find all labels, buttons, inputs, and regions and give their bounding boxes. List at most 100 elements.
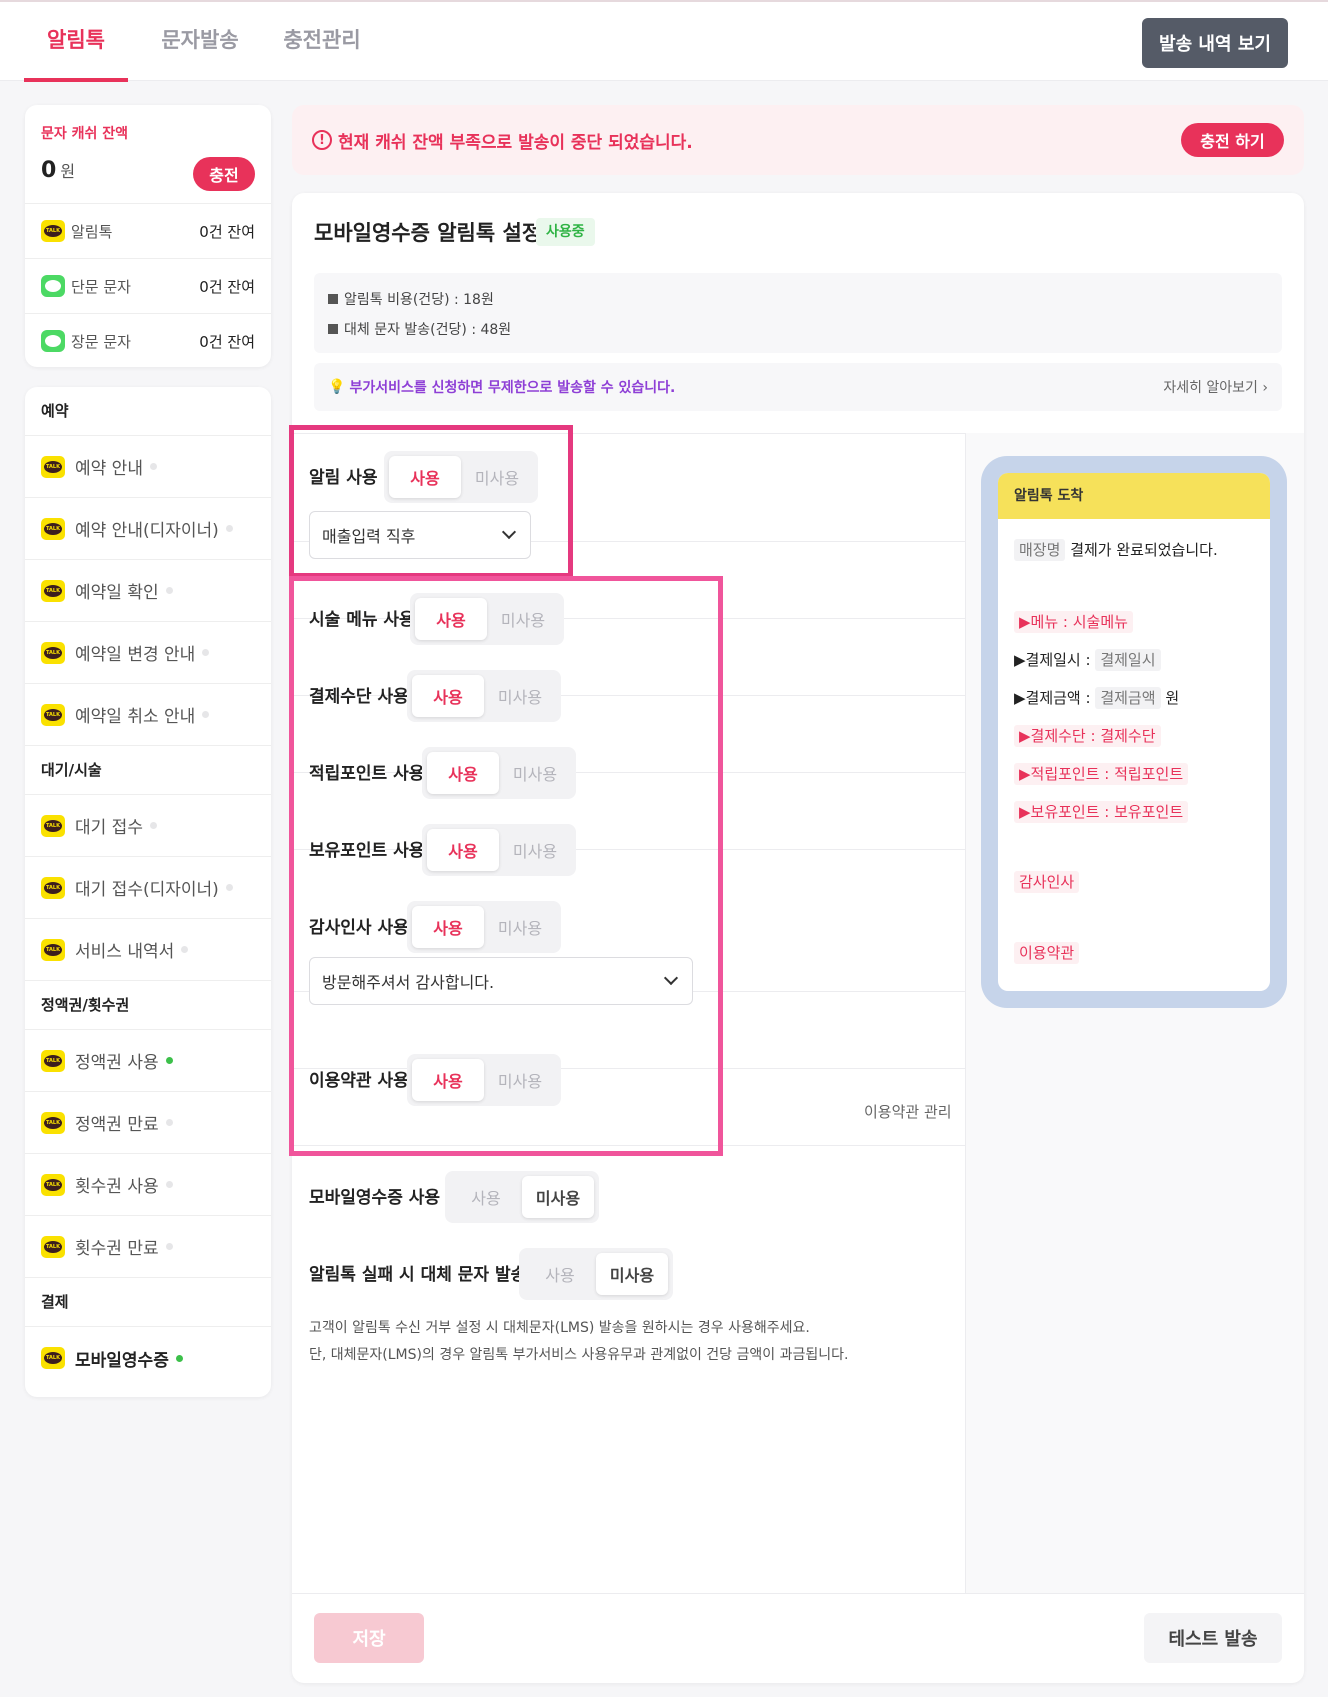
menu-section-title: 예약 xyxy=(25,387,271,436)
highlight-box-options xyxy=(289,576,723,1156)
status-dot xyxy=(165,1057,173,1064)
preview-store-line: 매장명 결제가 완료되었습니다. xyxy=(1014,539,1218,561)
status-dot xyxy=(202,649,210,656)
learn-more-link[interactable]: 자세히 알아보기 › xyxy=(1163,377,1268,397)
menu-item[interactable]: TALK 횟수권 만료 xyxy=(25,1216,271,1278)
menu-item[interactable]: TALK 예약 안내(디자이너) xyxy=(25,498,271,560)
balance-row-sms: 단문 문자 0건 잔여 xyxy=(25,258,271,313)
top-header: 알림톡 문자발송 충전관리 발송 내역 보기 xyxy=(0,2,1328,82)
balance-amount: 0원 xyxy=(41,158,76,183)
history-button[interactable]: 발송 내역 보기 xyxy=(1142,18,1288,68)
test-send-button[interactable]: 테스트 발송 xyxy=(1144,1613,1282,1663)
receipt-toggle[interactable]: 사용 미사용 xyxy=(445,1171,599,1223)
kakao-talk-icon: TALK xyxy=(41,220,65,242)
fallback-label: 알림톡 실패 시 대체 문자 발송 xyxy=(309,1265,527,1285)
terms-manage-link[interactable]: 이용약관 관리 xyxy=(864,1101,952,1122)
charge-now-button[interactable]: 충전 하기 xyxy=(1181,123,1284,157)
balance-title: 문자 캐쉬 잔액 xyxy=(41,126,129,142)
kakao-talk-icon: TALK xyxy=(41,1049,65,1072)
tab-charge[interactable]: 충전관리 xyxy=(270,2,374,81)
menu-item-mobile-receipt[interactable]: TALK 모바일영수증 xyxy=(25,1327,271,1389)
menu-item[interactable]: TALK 대기 접수 xyxy=(25,795,271,857)
fallback-note: 고객이 알림톡 수신 거부 설정 시 대체문자(LMS) 발송을 원하시는 경우… xyxy=(309,1320,849,1363)
balance-row-alimtalk: TALK 알림톡 0건 잔여 xyxy=(25,203,271,258)
kakao-talk-icon: TALK xyxy=(41,641,65,664)
menu-section-title: 정액권/횟수권 xyxy=(25,981,271,1030)
status-dot xyxy=(175,1354,183,1362)
kakao-talk-icon: TALK xyxy=(41,1173,65,1196)
preview-thanks: 감사인사 xyxy=(1014,871,1080,893)
preview-header: 알림톡 도착 xyxy=(998,473,1270,519)
highlight-box-notify xyxy=(289,425,573,578)
menu-item[interactable]: TALK 정액권 사용 xyxy=(25,1030,271,1092)
preview-held-line: ▶보유포인트 : 보유포인트 xyxy=(1014,801,1189,823)
kakao-talk-icon: TALK xyxy=(41,876,65,899)
kakao-talk-icon: TALK xyxy=(41,455,65,478)
status-dot xyxy=(165,1119,173,1126)
divider xyxy=(965,433,966,1593)
balance-row-lms: 장문 문자 0건 잔여 xyxy=(25,313,271,368)
kakao-talk-icon: TALK xyxy=(41,1235,65,1258)
receipt-off[interactable]: 미사용 xyxy=(522,1176,594,1218)
tip-banner: 💡 부가서비스를 신청하면 무제한으로 발송할 수 있습니다. 자세히 알아보기… xyxy=(314,363,1282,411)
cost-line: 대체 문자 발송(건당) : 48원 xyxy=(344,322,512,338)
menu-item[interactable]: TALK 예약 안내 xyxy=(25,436,271,498)
menu-section-title: 결제 xyxy=(25,1278,271,1327)
kakao-talk-icon: TALK xyxy=(41,517,65,540)
fallback-on[interactable]: 사용 xyxy=(524,1253,596,1295)
exclamation-circle-icon: ! xyxy=(312,130,332,150)
kakao-talk-icon: TALK xyxy=(41,938,65,961)
menu-item[interactable]: TALK 예약일 변경 안내 xyxy=(25,622,271,684)
status-dot xyxy=(202,711,210,718)
status-dot xyxy=(149,822,157,829)
tab-alimtalk[interactable]: 알림톡 xyxy=(24,2,128,82)
kakao-talk-icon: TALK xyxy=(41,703,65,726)
fallback-toggle[interactable]: 사용 미사용 xyxy=(519,1248,673,1300)
status-dot xyxy=(225,525,233,532)
fallback-off[interactable]: 미사용 xyxy=(596,1253,668,1295)
status-dot xyxy=(165,587,173,594)
tip-text: 부가서비스를 신청하면 무제한으로 발송할 수 있습니다. xyxy=(349,380,676,396)
receipt-on[interactable]: 사용 xyxy=(450,1176,522,1218)
page-title: 모바일영수증 알림톡 설정 xyxy=(314,221,542,245)
preview-date-line: ▶결제일시 : 결제일시 xyxy=(1014,649,1161,671)
alert-text: 현재 캐쉬 잔액 부족으로 발송이 중단 되었습니다. xyxy=(338,132,693,153)
kakao-talk-icon: TALK xyxy=(41,814,65,837)
sms-bubble-icon xyxy=(41,275,65,297)
status-badge: 사용중 xyxy=(536,218,595,246)
phone-preview: 알림톡 도착 매장명 결제가 완료되었습니다. ▶메뉴 : 시술메뉴 ▶결제일시… xyxy=(981,456,1287,1008)
kakao-talk-icon: TALK xyxy=(41,1111,65,1134)
balance-card: 문자 캐쉬 잔액 0원 충전 TALK 알림톡 0건 잔여 단문 문자 0건 잔… xyxy=(25,105,271,367)
charge-button[interactable]: 충전 xyxy=(193,157,255,191)
menu-item[interactable]: TALK 정액권 만료 xyxy=(25,1092,271,1154)
preview-menu-line: ▶메뉴 : 시술메뉴 xyxy=(1014,611,1133,633)
status-dot xyxy=(149,463,157,470)
menu-item[interactable]: TALK 예약일 확인 xyxy=(25,560,271,622)
low-balance-alert: ! 현재 캐쉬 잔액 부족으로 발송이 중단 되었습니다. 충전 하기 xyxy=(292,105,1304,175)
sms-bubble-icon xyxy=(41,330,65,352)
status-dot xyxy=(165,1243,173,1250)
save-button[interactable]: 저장 xyxy=(314,1613,424,1663)
divider xyxy=(292,1593,1304,1594)
menu-item[interactable]: TALK 서비스 내역서 xyxy=(25,919,271,981)
kakao-talk-icon: TALK xyxy=(41,1347,65,1369)
cost-info: 알림톡 비용(건당) : 18원 대체 문자 발송(건당) : 48원 xyxy=(314,273,1282,353)
preview-screen: 알림톡 도착 매장명 결제가 완료되었습니다. ▶메뉴 : 시술메뉴 ▶결제일시… xyxy=(998,473,1270,991)
menu-item[interactable]: TALK 예약일 취소 안내 xyxy=(25,684,271,746)
status-dot xyxy=(225,884,233,891)
preview-payment-line: ▶결제수단 : 결제수단 xyxy=(1014,725,1161,747)
kakao-talk-icon: TALK xyxy=(41,579,65,602)
menu-section-title: 대기/시술 xyxy=(25,746,271,795)
status-dot xyxy=(165,1181,173,1188)
preview-terms: 이용약관 xyxy=(1014,942,1080,964)
menu-item[interactable]: TALK 횟수권 사용 xyxy=(25,1154,271,1216)
template-menu: 예약 TALK 예약 안내 TALK 예약 안내(디자이너) TALK 예약일 확인 … xyxy=(25,387,271,1397)
preview-amount-line: ▶결제금액 : 결제금액 원 xyxy=(1014,687,1180,709)
receipt-label: 모바일영수증 사용 xyxy=(309,1188,441,1208)
menu-item[interactable]: TALK 대기 접수(디자이너) xyxy=(25,857,271,919)
cost-line: 알림톡 비용(건당) : 18원 xyxy=(344,292,494,308)
preview-earned-line: ▶적립포인트 : 적립포인트 xyxy=(1014,763,1189,785)
lightbulb-icon: 💡 xyxy=(328,379,346,395)
status-dot xyxy=(181,946,189,953)
tab-sms[interactable]: 문자발송 xyxy=(148,2,252,81)
